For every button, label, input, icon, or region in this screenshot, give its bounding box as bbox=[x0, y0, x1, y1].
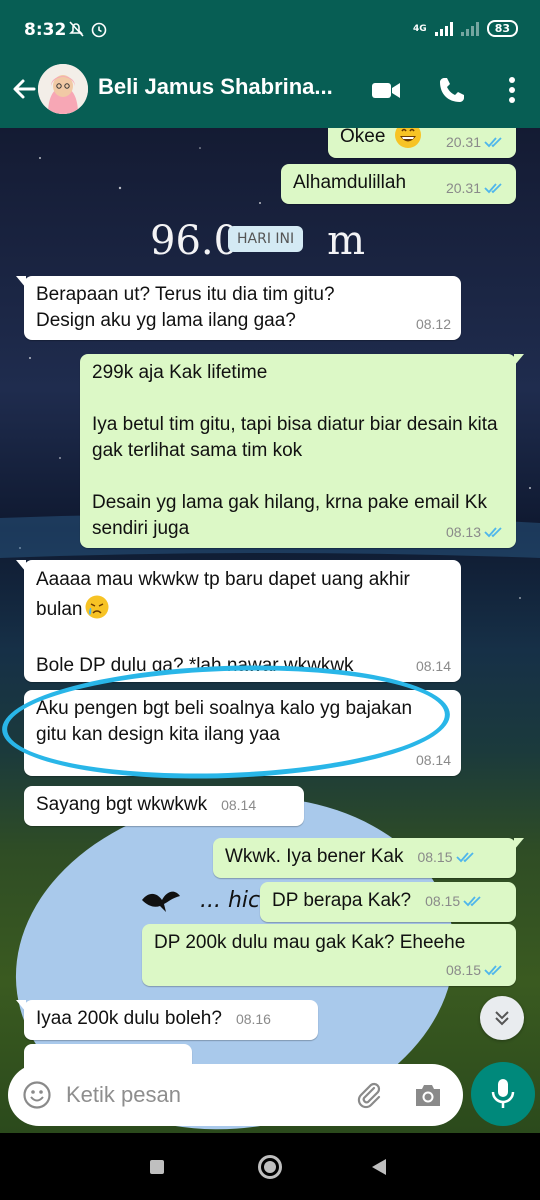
message-text: 299k aja Kak lifetime Iya betul tim gitu… bbox=[92, 362, 498, 539]
network-label: 4G bbox=[413, 23, 427, 34]
phone-icon[interactable] bbox=[436, 74, 468, 106]
recents-icon[interactable] bbox=[150, 1160, 164, 1174]
message-meta: 08.14 bbox=[416, 653, 451, 679]
message-meta: 08.14 bbox=[416, 747, 451, 773]
read-ticks-icon bbox=[484, 527, 502, 538]
message-time: 08.14 bbox=[415, 658, 451, 674]
chat-header: Beli Jamus Shabrina... bbox=[0, 50, 540, 128]
avatar[interactable] bbox=[38, 64, 88, 114]
message-meta: 08.15 bbox=[425, 888, 485, 914]
message-out[interactable]: 299k aja Kak lifetime Iya betul tim gitu… bbox=[80, 354, 524, 548]
read-ticks-icon bbox=[455, 852, 474, 863]
double-chevron-down-icon bbox=[495, 1011, 509, 1026]
message-out[interactable]: Wkwk. Iya bener Kak 08.15 bbox=[213, 838, 524, 878]
message-meta: 08.13 bbox=[446, 519, 506, 545]
wallpaper-doodle-text: ... hic bbox=[200, 888, 261, 913]
status-time: 8:32 bbox=[24, 20, 67, 40]
message-time: 08.14 bbox=[415, 752, 451, 768]
attach-icon[interactable] bbox=[354, 1080, 384, 1110]
grin-emoji-icon bbox=[395, 128, 421, 148]
wallpaper-handwriting-unit: m bbox=[327, 218, 365, 264]
home-icon[interactable] bbox=[258, 1155, 282, 1179]
message-time: 08.15 bbox=[417, 849, 453, 865]
bird-doodle-icon bbox=[142, 891, 180, 912]
message-text: DP 200k dulu mau gak Kak? Eheehe bbox=[154, 932, 466, 953]
message-text: Iyaa 200k dulu boleh? bbox=[36, 1008, 222, 1029]
camera-icon[interactable] bbox=[412, 1080, 444, 1110]
message-time: 08.12 bbox=[415, 316, 451, 332]
read-ticks-icon bbox=[484, 965, 502, 976]
message-line: Iyaa 200k dulu boleh? 08.16 bbox=[36, 1006, 308, 1032]
mic-icon bbox=[491, 1079, 515, 1108]
message-text: Berapaan ut? Terus itu dia tim gitu? Des… bbox=[36, 284, 335, 331]
bubble-tail bbox=[16, 276, 26, 288]
message-in[interactable]: Sayang bgt wkwkwk 08.14 bbox=[24, 786, 304, 826]
message-time: 08.15 bbox=[445, 962, 481, 978]
read-ticks-icon bbox=[484, 137, 502, 148]
dnd-alarm-icons bbox=[69, 21, 107, 38]
message-line: Sayang bgt wkwkwk 08.14 bbox=[36, 792, 294, 818]
chat-area[interactable]: 96.0 m ... hic HARI INI Okee 20.31 Alhamd… bbox=[0, 128, 540, 1133]
message-meta: 08.16 bbox=[236, 1006, 271, 1032]
message-meta: 20.31 bbox=[446, 129, 506, 155]
bubble-tail bbox=[16, 1000, 26, 1012]
chat-title[interactable]: Beli Jamus Shabrina... bbox=[98, 74, 333, 100]
message-meta: 08.14 bbox=[221, 792, 256, 818]
emoji-icon[interactable] bbox=[22, 1080, 52, 1110]
message-time: 20.31 bbox=[445, 134, 481, 150]
message-meta: 08.15 bbox=[446, 957, 506, 983]
message-text: Sayang bgt wkwkwk bbox=[36, 794, 208, 815]
message-time: 20.31 bbox=[445, 180, 481, 196]
read-ticks-icon bbox=[484, 183, 502, 194]
video-call-icon[interactable] bbox=[370, 74, 402, 106]
message-time: 08.13 bbox=[445, 524, 481, 540]
read-ticks-icon bbox=[463, 896, 481, 907]
message-out[interactable]: Okee 20.31 bbox=[328, 128, 516, 158]
bubble-tail bbox=[514, 354, 524, 366]
status-bar: 8:32 4G 83 bbox=[0, 0, 540, 50]
signal-icon bbox=[434, 21, 453, 36]
message-text: Okee bbox=[340, 128, 386, 147]
message-composer bbox=[8, 1064, 463, 1126]
bubble-tail bbox=[16, 560, 26, 572]
message-in[interactable]: Aaaaa mau wkwkw tp baru dapet uang akhir… bbox=[16, 560, 461, 682]
crying-emoji-icon bbox=[85, 595, 108, 619]
message-in[interactable]: Berapaan ut? Terus itu dia tim gitu? Des… bbox=[16, 276, 461, 340]
message-line: DP berapa Kak? 08.15 bbox=[272, 888, 506, 914]
nav-back-icon[interactable] bbox=[372, 1159, 386, 1175]
message-time: 08.15 bbox=[425, 893, 461, 909]
avatar-illustration-icon bbox=[38, 64, 88, 114]
signal-icon-2 bbox=[460, 21, 479, 36]
status-notification-icons bbox=[68, 20, 112, 43]
message-text: DP berapa Kak? bbox=[272, 890, 412, 911]
message-time: 08.14 bbox=[221, 797, 257, 813]
message-meta: 20.31 bbox=[446, 175, 506, 201]
message-text: Wkwk. Iya bener Kak bbox=[225, 846, 404, 867]
scroll-to-bottom-button[interactable] bbox=[480, 996, 524, 1040]
message-meta: 08.12 bbox=[416, 311, 451, 337]
battery-icon: 83 bbox=[486, 20, 518, 37]
bubble-tail bbox=[514, 838, 524, 850]
more-vert-icon[interactable] bbox=[496, 74, 528, 106]
mic-button[interactable] bbox=[471, 1062, 535, 1126]
back-arrow-icon[interactable] bbox=[10, 74, 40, 104]
wallpaper-handwriting-number: 96.0 bbox=[150, 218, 240, 264]
message-out[interactable]: DP berapa Kak? 08.15 bbox=[260, 882, 516, 922]
message-time: 08.16 bbox=[235, 1011, 271, 1027]
system-nav-bar bbox=[0, 1133, 540, 1200]
message-out[interactable]: DP 200k dulu mau gak Kak? Eheehe 08.15 bbox=[142, 924, 516, 986]
message-line: Wkwk. Iya bener Kak 08.15 bbox=[225, 844, 506, 870]
status-right: 4G 83 bbox=[413, 20, 518, 37]
date-divider: HARI INI bbox=[228, 226, 304, 252]
message-in[interactable]: Iyaa 200k dulu boleh? 08.16 bbox=[16, 1000, 318, 1040]
message-meta: 08.15 bbox=[417, 844, 477, 870]
message-input[interactable] bbox=[66, 1082, 336, 1108]
message-out[interactable]: Alhamdulillah 20.31 bbox=[281, 164, 516, 204]
